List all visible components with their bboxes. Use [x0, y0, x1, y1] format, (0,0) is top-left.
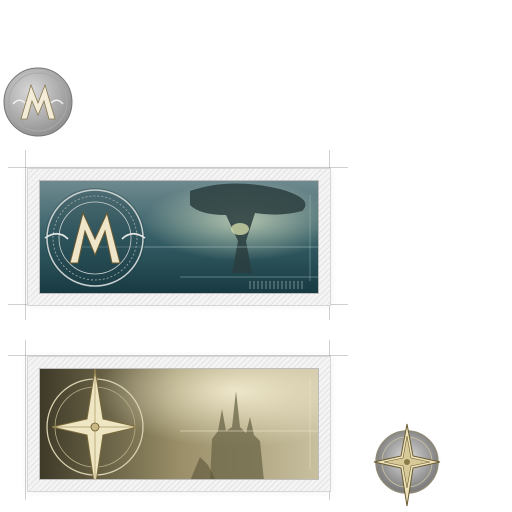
castle-scene-image	[40, 369, 318, 479]
storm-banner-art	[39, 180, 319, 294]
m-crest-emblem-icon	[44, 188, 146, 288]
castle-banner-art	[39, 368, 319, 480]
storm-banner-card[interactable]	[27, 168, 331, 306]
storm-scene-image	[40, 181, 318, 293]
guide-line	[25, 150, 26, 320]
guide-line	[25, 340, 26, 500]
castle-banner-card[interactable]	[27, 356, 331, 492]
m-crest-emblem-icon[interactable]	[3, 67, 73, 137]
compass-star-icon[interactable]	[370, 422, 444, 508]
